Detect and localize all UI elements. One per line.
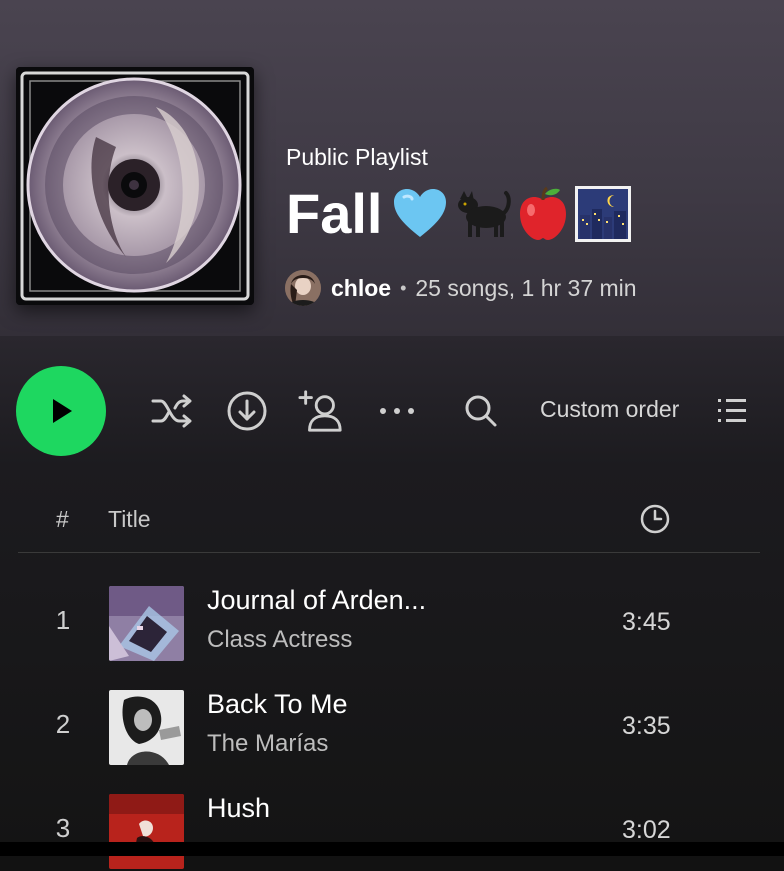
night-city-icon <box>575 186 632 242</box>
track-album-art <box>109 586 184 661</box>
play-icon <box>53 399 72 423</box>
sort-order-label[interactable]: Custom order <box>540 396 679 423</box>
separator-dot: • <box>400 277 407 298</box>
track-duration: 3:02 <box>622 816 671 844</box>
playlist-title: Fall <box>286 180 632 248</box>
red-apple-icon <box>520 186 567 240</box>
owner-name[interactable]: chloe <box>331 275 391 302</box>
search-button[interactable] <box>458 388 504 434</box>
track-artist: The Marías <box>207 730 329 757</box>
shuffle-icon <box>151 394 192 428</box>
playlist-owner-row: chloe • 25 songs, 1 hr 37 min <box>285 268 637 308</box>
table-row[interactable]: 1 Journal of Arden... Class Actress 3:45 <box>0 583 784 663</box>
column-header-title: Title <box>108 506 151 532</box>
add-user-icon <box>298 390 342 432</box>
add-collaborator-button[interactable] <box>298 388 344 434</box>
shuffle-button[interactable] <box>150 388 196 434</box>
playlist-title-emojis <box>392 185 632 243</box>
playlist-cover-art <box>16 67 254 305</box>
track-album-art <box>109 794 184 869</box>
track-number: 2 <box>55 709 71 739</box>
track-title: Journal of Arden... <box>207 585 427 615</box>
clock-icon <box>639 503 671 535</box>
column-header-number: # <box>56 506 69 532</box>
track-album-art <box>109 690 184 765</box>
avatar[interactable] <box>285 270 321 306</box>
track-artist: Class Actress <box>207 626 353 653</box>
playlist-type-label: Public Playlist <box>286 144 428 170</box>
playlist-meta: 25 songs, 1 hr 37 min <box>415 274 637 301</box>
track-title: Back To Me <box>207 689 348 719</box>
black-cat-icon <box>458 191 512 237</box>
track-number: 1 <box>55 605 71 635</box>
track-duration: 3:45 <box>622 608 671 636</box>
search-icon <box>465 395 497 427</box>
table-row[interactable]: 2 Back To Me The Marías 3:35 <box>0 687 784 767</box>
sort-list-icon[interactable] <box>716 396 748 426</box>
track-duration: 3:35 <box>622 712 671 740</box>
track-number: 3 <box>55 813 71 843</box>
play-button[interactable] <box>16 366 106 456</box>
playlist-title-text: Fall <box>286 182 383 245</box>
track-title: Hush <box>207 793 271 823</box>
table-row[interactable]: 3 Hush 3:02 <box>0 791 784 871</box>
table-header-divider <box>18 552 760 553</box>
bottom-bar <box>0 842 784 856</box>
light-blue-heart-icon <box>394 189 447 237</box>
more-options-button[interactable] <box>374 388 420 434</box>
more-horizontal-icon <box>380 408 414 414</box>
download-icon <box>227 391 267 431</box>
download-button[interactable] <box>224 388 270 434</box>
